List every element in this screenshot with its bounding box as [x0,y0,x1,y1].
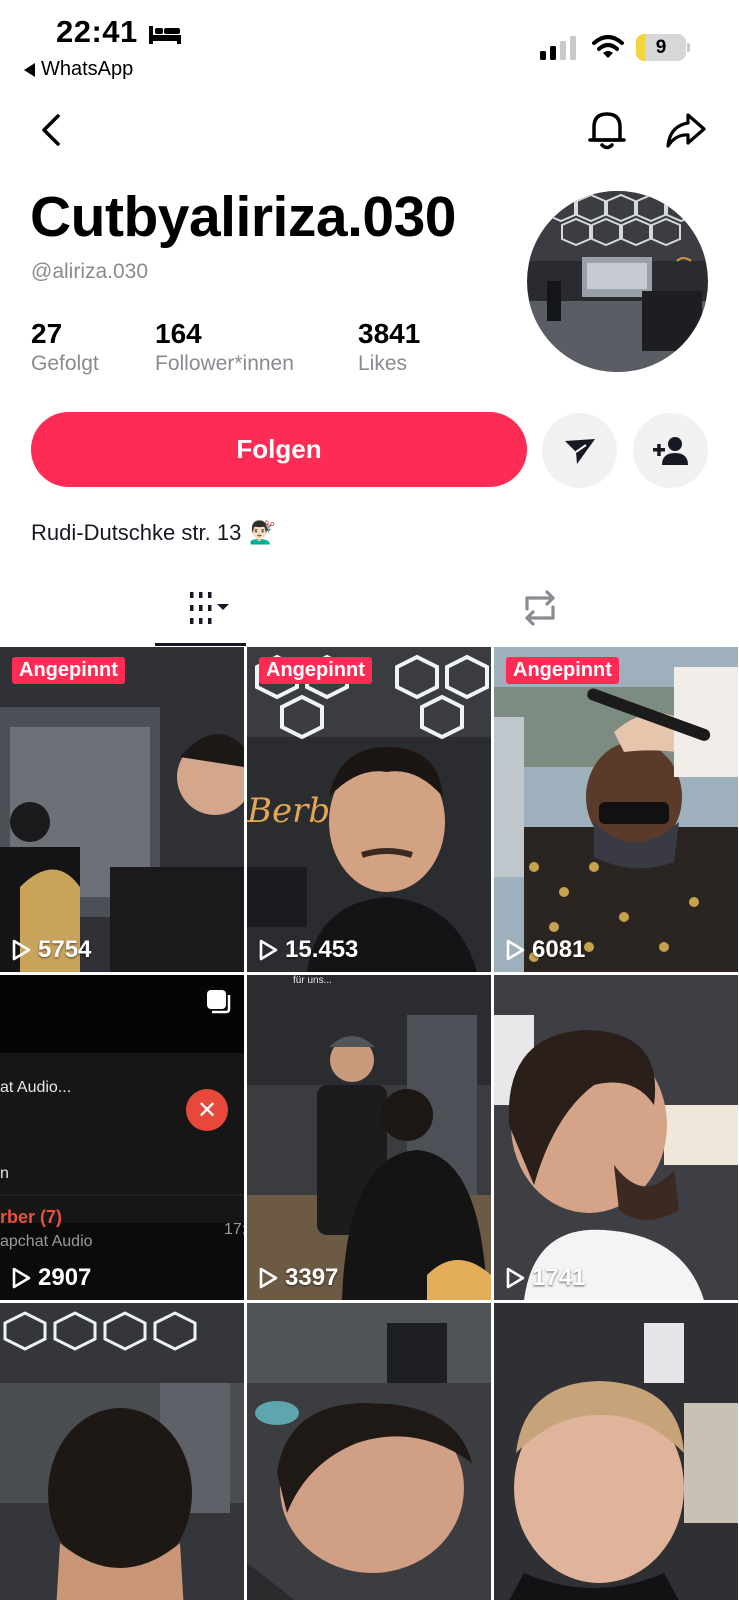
back-chevron-icon[interactable] [34,110,68,150]
view-count-value: 15.453 [285,936,359,963]
video-tile[interactable]: 1741 [494,975,738,1300]
stat-likes: 3841 Likes [358,318,420,376]
add-friend-icon [652,436,688,465]
pinned-badge: Angepinnt [259,657,372,684]
send-message-icon [564,438,595,464]
video-tile[interactable]: Berbe Angepinnt 15.453 [247,647,491,972]
audio-overlay-time: 17: [224,1221,244,1238]
play-icon [259,939,278,961]
profile-display-name: Cutbyaliriza.030 [30,185,457,249]
back-app-label: WhatsApp [41,58,134,80]
view-count-value: 2907 [38,1264,92,1291]
audio-overlay-line-2: n [0,1165,9,1182]
play-icon [12,939,31,961]
videos-grid-icon [189,592,229,624]
video-tile[interactable] [494,1303,738,1600]
bio-text: Rudi-Dutschke str. 13 [31,520,242,545]
view-count: 3397 [257,1264,338,1292]
profile-handle: @aliriza.030 [31,260,149,283]
stat-followers-value: 164 [155,318,202,349]
view-count: 6081 [504,936,585,964]
back-triangle-icon [24,62,35,77]
pinned-badge: Angepinnt [12,657,125,684]
stat-following[interactable]: 27 Gefolgt [31,318,99,376]
stat-followers[interactable]: 164 Follower*innen [155,318,294,376]
send-message-button[interactable] [542,413,617,488]
stat-likes-value: 3841 [358,318,421,349]
video-tile[interactable]: Angepinnt 6081 [494,647,738,972]
pinned-badge: Angepinnt [506,657,619,684]
bell-icon[interactable] [586,108,628,152]
play-icon [259,1267,278,1289]
close-icon: ✕ [186,1089,228,1131]
status-time: 22:41 [56,14,138,49]
view-count: 2907 [10,1264,91,1292]
play-icon [506,1267,525,1289]
stat-following-label: Gefolgt [31,352,99,375]
cellular-signal-icon [540,36,576,60]
multi-photo-icon [207,990,231,1014]
play-icon [506,939,525,961]
view-count-value: 1741 [532,1264,586,1291]
video-tile[interactable]: für uns... 3397 [247,975,491,1300]
video-caption: für uns... [293,975,332,986]
video-tile[interactable] [247,1303,491,1600]
play-icon [12,1267,31,1289]
battery-indicator: 9 [636,34,690,61]
view-count: 1741 [504,1264,585,1292]
follow-button[interactable]: Folgen [31,412,527,487]
profile-avatar[interactable] [527,191,708,372]
back-to-app-link[interactable]: WhatsApp [24,58,133,81]
stat-followers-label: Follower*innen [155,352,294,375]
video-tile[interactable]: at Audio... ✕ n rber (7) 17: apchat Audi… [0,975,244,1300]
tab-underline [155,643,246,646]
reposts-icon [525,590,555,626]
tab-reposts[interactable] [490,572,590,644]
bio-emoji: 💇🏻‍♂️ [249,520,277,545]
view-count: 5754 [10,936,91,964]
audio-overlay-line-3: rber (7) [0,1207,63,1227]
view-count-value: 5754 [38,936,92,963]
share-arrow-icon[interactable] [664,110,708,150]
stat-likes-label: Likes [358,352,408,375]
add-friend-button[interactable] [633,413,708,488]
view-count-value: 3397 [285,1264,339,1291]
view-count-value: 6081 [532,936,586,963]
video-tile[interactable] [0,1303,244,1600]
profile-bio: Rudi-Dutschke str. 13 💇🏻‍♂️ [31,520,277,546]
tab-videos[interactable] [155,572,246,644]
video-tile[interactable]: Angepinnt 5754 [0,647,244,972]
bed-icon [149,26,181,44]
audio-overlay-line-4: apchat Audio [0,1233,93,1250]
wifi-icon [592,35,624,58]
audio-overlay-line-1: at Audio... [0,1079,72,1096]
stat-following-value: 27 [31,318,63,349]
battery-level: 9 [655,37,667,58]
view-count: 15.453 [257,936,358,964]
